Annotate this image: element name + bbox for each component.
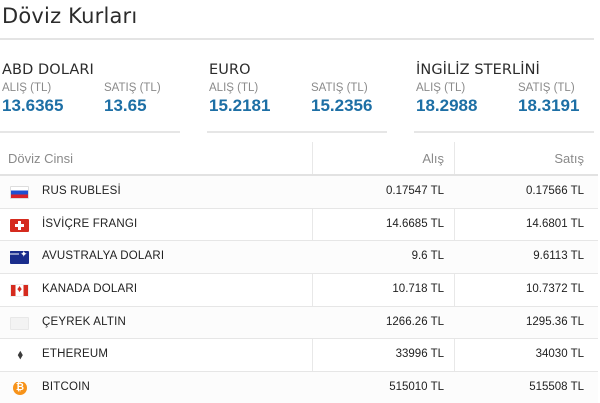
card-currency-name: EURO xyxy=(209,62,251,78)
column-header-currency[interactable]: Döviz Cinsi xyxy=(8,151,73,166)
table-row[interactable]: RUS RUBLESİ 0.17547 TL 0.17566 TL xyxy=(0,176,598,209)
card-gbp[interactable]: İNGİLİZ STERLİNİ ALIŞ (TL) 18.2988 SATIŞ… xyxy=(414,58,596,134)
card-buy-label: ALIŞ (TL) xyxy=(2,82,52,94)
buy-rate: 0.17547 TL xyxy=(386,185,444,197)
ethereum-icon xyxy=(10,349,29,362)
title-divider xyxy=(0,38,594,40)
column-header-buy[interactable]: Alış xyxy=(422,151,444,166)
table-row[interactable]: KANADA DOLARI 10.718 TL 10.7372 TL xyxy=(0,274,598,307)
currency-name: ETHEREUM xyxy=(42,348,109,361)
sell-rate: 515508 TL xyxy=(529,381,584,394)
sell-rate: 9.6113 TL xyxy=(533,250,584,263)
table-row[interactable]: İSVİÇRE FRANGI 14.6685 TL 14.6801 TL xyxy=(0,209,598,242)
card-sell-value: 15.2356 xyxy=(311,96,373,115)
table-row[interactable]: BITCOIN 515010 TL 515508 TL xyxy=(0,372,598,403)
exchange-rate-table: Döviz Cinsi Alış Satış RUS RUBLESİ 0.175… xyxy=(0,142,598,403)
sell-rate: 34030 TL xyxy=(535,348,584,361)
switzerland-flag-icon xyxy=(10,218,29,232)
buy-rate: 33996 TL xyxy=(395,348,444,361)
card-buy-value: 18.2988 xyxy=(416,96,478,115)
buy-rate: 9.6 TL xyxy=(411,250,444,263)
card-sell-value: 18.3191 xyxy=(518,96,580,115)
australia-flag-icon xyxy=(10,251,29,265)
sell-rate: 10.7372 TL xyxy=(526,283,584,296)
currency-name: BITCOIN xyxy=(42,381,91,394)
buy-rate: 14.6685 TL xyxy=(386,217,444,230)
buy-rate: 10.718 TL xyxy=(392,283,444,296)
sell-rate: 0.17566 TL xyxy=(526,185,584,197)
card-buy-label: ALIŞ (TL) xyxy=(209,82,259,94)
currency-summary-cards: ABD DOLARI ALIŞ (TL) 13.6365 SATIŞ (TL) … xyxy=(0,58,600,134)
card-currency-name: İNGİLİZ STERLİNİ xyxy=(416,62,540,78)
currency-name: AVUSTRALYA DOLARI xyxy=(42,250,165,263)
page-title: Döviz Kurları xyxy=(2,4,138,28)
card-divider xyxy=(0,131,180,133)
buy-rate: 515010 TL xyxy=(389,381,444,394)
buy-rate: 1266.26 TL xyxy=(386,315,444,328)
card-usd[interactable]: ABD DOLARI ALIŞ (TL) 13.6365 SATIŞ (TL) … xyxy=(0,58,182,134)
card-buy-value: 15.2181 xyxy=(209,96,271,115)
russia-flag-icon xyxy=(10,186,29,199)
gold-icon xyxy=(10,316,29,330)
card-sell-label: SATIŞ (TL) xyxy=(104,82,161,94)
currency-name: İSVİÇRE FRANGI xyxy=(42,217,138,230)
table-row[interactable]: AVUSTRALYA DOLARI 9.6 TL 9.6113 TL xyxy=(0,241,598,275)
column-header-sell[interactable]: Satış xyxy=(554,151,584,166)
sell-rate: 1295.36 TL xyxy=(526,315,584,328)
card-currency-name: ABD DOLARI xyxy=(2,62,94,78)
card-eur[interactable]: EURO ALIŞ (TL) 15.2181 SATIŞ (TL) 15.235… xyxy=(207,58,389,134)
card-divider xyxy=(207,131,387,133)
card-sell-value: 13.65 xyxy=(104,96,147,115)
bitcoin-icon xyxy=(10,382,29,396)
card-sell-label: SATIŞ (TL) xyxy=(518,82,575,94)
currency-name: ÇEYREK ALTIN xyxy=(42,315,126,328)
table-row[interactable]: ETHEREUM 33996 TL 34030 TL xyxy=(0,339,598,373)
currency-name: KANADA DOLARI xyxy=(42,283,138,296)
card-divider xyxy=(414,131,594,133)
table-row[interactable]: ÇEYREK ALTIN 1266.26 TL 1295.36 TL xyxy=(0,306,598,340)
sell-rate: 14.6801 TL xyxy=(526,217,584,230)
card-buy-value: 13.6365 xyxy=(2,96,64,115)
card-buy-label: ALIŞ (TL) xyxy=(416,82,466,94)
canada-flag-icon xyxy=(10,284,29,298)
currency-name: RUS RUBLESİ xyxy=(42,185,121,197)
table-body: RUS RUBLESİ 0.17547 TL 0.17566 TL İSVİÇR… xyxy=(0,176,598,403)
card-sell-label: SATIŞ (TL) xyxy=(311,82,368,94)
table-header: Döviz Cinsi Alış Satış xyxy=(0,142,598,176)
